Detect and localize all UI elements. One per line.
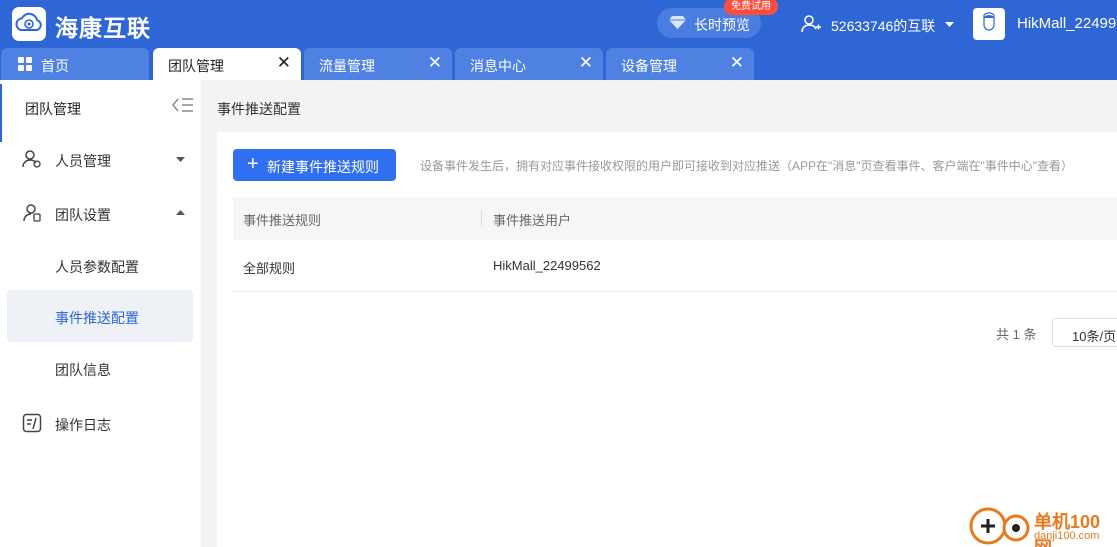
- chevron-up-icon: [176, 210, 185, 215]
- page-size-value: 10条/页: [1072, 329, 1117, 344]
- push-hint-text: 设备事件发生后，拥有对应事件接收权限的用户即可接收到对应推送（APP在"消息"页…: [420, 159, 1074, 173]
- tab-label: 首页: [41, 58, 69, 74]
- sidebar: 团队管理 人员管理 团队设置 人员参数配置 事件推送配置 团队信息 操作日志: [0, 80, 201, 547]
- tab-device-management[interactable]: 设备管理 ✕: [606, 48, 754, 80]
- free-trial-badge: 免费试用: [724, 0, 778, 15]
- content-panel: + 新建事件推送规则 设备事件发生后，拥有对应事件接收权限的用户即可接收到对应推…: [217, 132, 1117, 547]
- sidebar-item-team-info[interactable]: 团队信息: [7, 342, 193, 394]
- chevron-down-icon: [176, 157, 185, 162]
- close-icon[interactable]: ✕: [730, 54, 744, 72]
- new-event-rule-label: 新建事件推送规则: [267, 159, 379, 175]
- sidebar-item-label: 团队设置: [55, 207, 111, 223]
- team-settings-icon: [23, 204, 41, 222]
- sidebar-item-personnel[interactable]: 人员管理: [0, 133, 201, 185]
- sidebar-item-label: 事件推送配置: [55, 310, 139, 326]
- tab-label: 团队管理: [168, 58, 224, 74]
- tab-message-center[interactable]: 消息中心 ✕: [455, 48, 603, 80]
- avatar[interactable]: [973, 8, 1005, 40]
- column-divider: [481, 210, 482, 227]
- breadcrumb: 事件推送配置: [217, 101, 301, 117]
- pagination-total: 共 1 条: [996, 327, 1037, 342]
- close-icon[interactable]: ✕: [579, 54, 593, 72]
- close-icon[interactable]: ✕: [428, 54, 442, 72]
- sidebar-item-team-settings[interactable]: 团队设置: [0, 187, 201, 239]
- tab-bar: 首页 团队管理 ✕ 流量管理 ✕ 消息中心 ✕ 设备管理 ✕: [0, 48, 1117, 80]
- table-header: 事件推送规则 事件推送用户: [233, 197, 1117, 240]
- collapse-sidebar-icon[interactable]: [172, 97, 194, 113]
- user-icon: [22, 150, 41, 168]
- cell-user: HikMall_22499562: [493, 258, 601, 273]
- tab-label: 设备管理: [621, 58, 677, 74]
- sidebar-item-label: 操作日志: [55, 417, 111, 433]
- sidebar-item-event-push[interactable]: 事件推送配置: [7, 290, 193, 342]
- tab-traffic-management[interactable]: 流量管理 ✕: [304, 48, 452, 80]
- app-title: 海康互联: [55, 15, 151, 41]
- username[interactable]: HikMall_22499562: [1017, 15, 1117, 32]
- team-switch-icon[interactable]: [800, 14, 822, 34]
- diamond-icon: [669, 16, 686, 29]
- grid-icon: [18, 57, 32, 71]
- tab-home[interactable]: 首页: [1, 48, 149, 80]
- log-icon: [22, 413, 42, 433]
- long-preview-label: 长时预览: [694, 17, 750, 33]
- sidebar-item-label: 人员参数配置: [55, 259, 139, 275]
- team-switcher[interactable]: 52633746的互联: [831, 16, 935, 36]
- site-watermark: 单机100网 danji100.com: [966, 505, 1117, 547]
- app-logo: [12, 7, 46, 41]
- column-header-user: 事件推送用户: [493, 213, 572, 228]
- sidebar-item-label: 人员管理: [55, 153, 111, 169]
- sidebar-item-operation-log[interactable]: 操作日志: [0, 397, 201, 449]
- chevron-down-icon[interactable]: [945, 22, 954, 28]
- table-row[interactable]: 全部规则 HikMall_22499562: [233, 240, 1117, 292]
- close-icon[interactable]: ✕: [277, 54, 291, 72]
- sidebar-title: 团队管理: [25, 101, 81, 117]
- watermark-url: danji100.com: [1034, 530, 1100, 542]
- top-bar: 海康互联 长时预览 免费试用 52633746的互联 HikMall_22499…: [0, 0, 1117, 48]
- column-header-rule: 事件推送规则: [243, 213, 322, 228]
- page-size-select[interactable]: 10条/页: [1052, 318, 1117, 347]
- tab-label: 消息中心: [470, 58, 526, 74]
- cell-rule: 全部规则: [243, 261, 296, 276]
- new-event-rule-button[interactable]: + 新建事件推送规则: [233, 149, 396, 181]
- sidebar-item-label: 团队信息: [55, 362, 111, 378]
- tab-label: 流量管理: [319, 58, 375, 74]
- tab-team-management[interactable]: 团队管理 ✕: [153, 48, 301, 80]
- watermark-logo-icon: [969, 507, 1030, 545]
- plus-icon: +: [247, 153, 259, 175]
- sidebar-item-personnel-params[interactable]: 人员参数配置: [7, 239, 193, 291]
